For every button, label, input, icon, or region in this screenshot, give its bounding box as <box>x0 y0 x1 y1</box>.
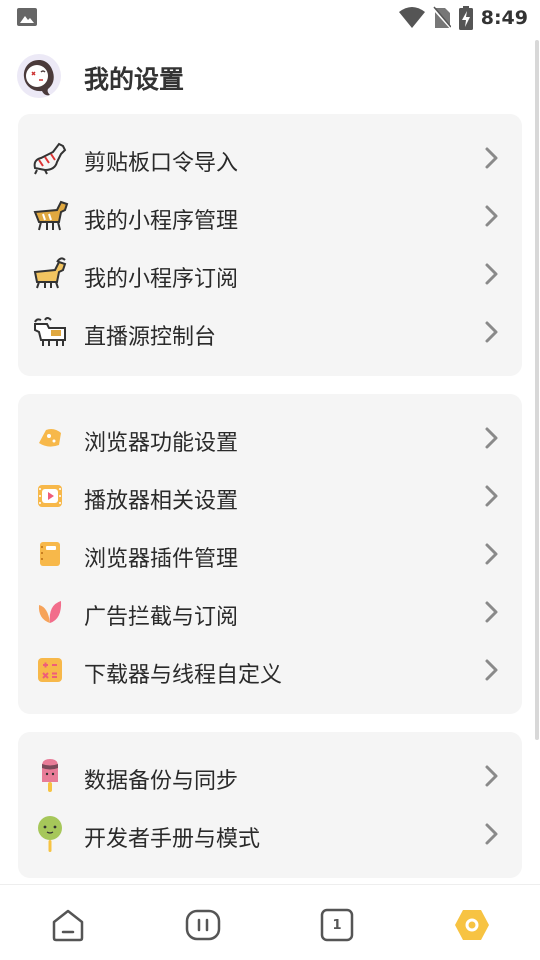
scrollbar[interactable] <box>535 40 539 740</box>
menu-item-downloader[interactable]: 下载器与线程自定义 <box>18 644 522 696</box>
chevron-right-icon <box>485 205 498 227</box>
chevron-right-icon <box>485 543 498 565</box>
home-icon <box>52 909 84 942</box>
no-sim-icon <box>432 6 451 29</box>
menu-icon <box>185 909 221 941</box>
menu-item-label: 我的小程序订阅 <box>84 267 239 292</box>
chevron-right-icon <box>485 321 498 343</box>
status-bar: 8:49 <box>0 0 540 36</box>
menu-item-live-console[interactable]: 直播源控制台 <box>18 306 522 358</box>
menu-item-plugin-manage[interactable]: 浏览器插件管理 <box>18 528 522 580</box>
nav-settings-button[interactable] <box>452 905 492 945</box>
popsicle-icon <box>30 756 70 796</box>
menu-item-label: 下载器与线程自定义 <box>84 663 283 688</box>
nav-menu-button[interactable] <box>183 905 223 945</box>
menu-item-clipboard-import[interactable]: 剪贴板口令导入 <box>18 132 522 184</box>
menu-item-player-settings[interactable]: 播放器相关设置 <box>18 470 522 522</box>
menu-item-label: 开发者手册与模式 <box>84 827 261 852</box>
page-title: 我的设置 <box>84 65 185 94</box>
chevron-right-icon <box>485 427 498 449</box>
lollipop-icon <box>30 814 70 854</box>
chevron-right-icon <box>485 659 498 681</box>
menu-item-miniprogram-manage[interactable]: 我的小程序管理 <box>18 190 522 242</box>
clock: 8:49 <box>480 7 528 29</box>
chevron-right-icon <box>485 263 498 285</box>
chevron-right-icon <box>485 765 498 787</box>
menu-item-adblock[interactable]: 广告拦截与订阅 <box>18 586 522 638</box>
bottom-nav: 1 <box>0 884 540 960</box>
nav-home-button[interactable] <box>48 905 88 945</box>
chevron-right-icon <box>485 485 498 507</box>
menu-item-label: 剪贴板口令导入 <box>84 151 239 176</box>
avatar[interactable] <box>17 54 61 98</box>
chevron-right-icon <box>485 823 498 845</box>
header: 我的设置 <box>0 50 540 102</box>
menu-item-label: 直播源控制台 <box>84 325 217 350</box>
ox-icon <box>30 312 70 352</box>
settings-card-1: 剪贴板口令导入 我的小程序管理 我的小程序订阅 直播源控制台 <box>18 114 522 376</box>
menu-item-label: 数据备份与同步 <box>84 769 239 794</box>
image-notification-icon <box>17 8 37 26</box>
clipboard-horse-icon <box>30 138 70 178</box>
goat-icon <box>30 254 70 294</box>
horse-icon <box>30 196 70 236</box>
nav-tabs-button[interactable]: 1 <box>317 905 357 945</box>
calculator-icon <box>30 650 70 690</box>
notebook-icon <box>30 534 70 574</box>
avatar-face-icon <box>23 60 54 96</box>
settings-card-3: 数据备份与同步 开发者手册与模式 <box>18 732 522 878</box>
menu-item-miniprogram-subscribe[interactable]: 我的小程序订阅 <box>18 248 522 300</box>
video-icon <box>30 476 70 516</box>
wifi-icon <box>398 7 425 28</box>
settings-hexagon-icon <box>455 910 489 940</box>
menu-item-label: 浏览器功能设置 <box>84 431 239 456</box>
leaf-icon <box>30 592 70 632</box>
menu-item-label: 广告拦截与订阅 <box>84 605 239 630</box>
menu-item-browser-settings[interactable]: 浏览器功能设置 <box>18 412 522 464</box>
menu-item-label: 浏览器插件管理 <box>84 547 239 572</box>
chevron-right-icon <box>485 601 498 623</box>
menu-item-developer[interactable]: 开发者手册与模式 <box>18 808 522 860</box>
cheese-icon <box>30 418 70 458</box>
menu-item-backup-sync[interactable]: 数据备份与同步 <box>18 750 522 802</box>
settings-card-2: 浏览器功能设置 播放器相关设置 浏览器插件管理 广告拦截与订阅 下载器与线程自定… <box>18 394 522 714</box>
menu-item-label: 我的小程序管理 <box>84 209 239 234</box>
menu-item-label: 播放器相关设置 <box>84 489 239 514</box>
chevron-right-icon <box>485 147 498 169</box>
tab-count: 1 <box>332 917 342 933</box>
battery-charging-icon <box>458 6 473 30</box>
